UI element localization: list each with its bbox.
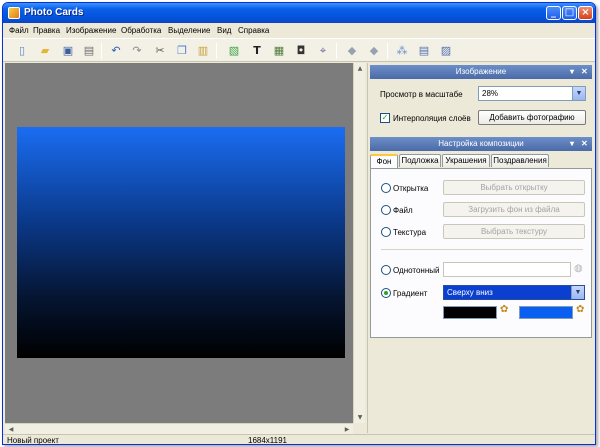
gradient-option-label: Градиент [393,289,428,298]
menu-bar: Файл Правка Изображение Обработка Выделе… [3,23,595,38]
interpolation-label: Интерполяция слоёв [393,114,471,123]
vertical-scrollbar[interactable]: ▲ ▼ [353,63,365,423]
panel-close-icon[interactable]: ✕ [581,65,588,79]
close-button[interactable]: × [578,6,593,20]
tab-decorations[interactable]: Украшения [442,154,490,167]
interpolation-checkbox[interactable]: ✓ [380,113,390,123]
scroll-up-arrow[interactable]: ▲ [354,63,366,74]
text-icon[interactable]: T [250,44,264,58]
card-preview[interactable] [17,127,345,358]
paste-icon[interactable]: ▥ [196,44,210,58]
cut-icon[interactable]: ✂ [153,44,167,58]
solid-radio[interactable] [381,265,391,275]
minimize-button[interactable]: _ [546,6,561,20]
export-icon[interactable]: ▨ [439,44,453,58]
app-icon [8,7,20,19]
composition-panel-title: Настройка композиции [438,139,524,148]
open-folder-icon[interactable]: ▰ [38,44,52,58]
title-bar[interactable]: Photo Cards _ □ × [3,3,595,23]
move-back-icon[interactable]: ◆ [345,44,359,58]
menu-image[interactable]: Изображение [66,26,116,35]
palette-icon[interactable]: ✿ [500,304,508,315]
panel-menu-icon[interactable]: ▾ [570,65,574,79]
palette-icon[interactable]: ✿ [576,304,584,315]
menu-process[interactable]: Обработка [121,26,161,35]
status-bar: Новый проект 1684x1191 [3,434,595,445]
save-icon[interactable]: ▣ [61,44,75,58]
gradient-color-1-swatch[interactable] [443,306,497,319]
toolbar: ▯ ▰ ▣ ▤ ↶ ↷ ✂ ❐ ▥ ▧ T ▦ ◘ ⌖ ◆ ◆ ⁂ ▤ ▨ [3,38,595,62]
zoom-label: Просмотр в масштабе [380,90,463,99]
photo-frame-icon[interactable]: ▦ [272,44,286,58]
redo-icon[interactable]: ↷ [130,44,144,58]
add-image-icon[interactable]: ▧ [227,44,241,58]
image-panel-title: Изображение [455,67,507,76]
right-panel: Изображение ▾ ✕ Просмотр в масштабе 28% … [367,63,593,433]
menu-selection[interactable]: Выделение [168,26,210,35]
image-panel-header[interactable]: Изображение ▾ ✕ [370,65,592,79]
texture-option-label: Текстура [393,228,427,237]
color-picker-icon[interactable]: ◍ [574,263,583,274]
maximize-button[interactable]: □ [562,6,577,20]
tab-greetings[interactable]: Поздравления [491,154,549,167]
load-background-button[interactable]: Загрузить фон из файла [443,202,585,217]
scroll-down-arrow[interactable]: ▼ [354,412,366,423]
copy-icon[interactable]: ❐ [175,44,189,58]
move-forward-icon[interactable]: ◆ [367,44,381,58]
print-icon[interactable]: ▤ [82,44,96,58]
page-icon[interactable]: ▤ [417,44,431,58]
window-title: Photo Cards [24,7,84,18]
status-project: Новый проект [7,436,59,445]
menu-edit[interactable]: Правка [33,26,60,35]
file-radio[interactable] [381,205,391,215]
gradient-direction-select[interactable]: Сверху вниз ▼ [443,285,585,300]
composition-panel-header[interactable]: Настройка композиции ▾ ✕ [370,137,592,151]
add-photo-button[interactable]: Добавить фотографию [478,110,586,125]
workspace-canvas[interactable] [5,63,357,423]
effects-icon[interactable]: ⁂ [395,44,409,58]
panel-close-icon[interactable]: ✕ [581,137,588,151]
menu-file[interactable]: Файл [9,26,29,35]
crop-icon[interactable]: ⌖ [316,44,330,58]
card-radio[interactable] [381,183,391,193]
zoom-select[interactable]: 28% ▼ [478,86,586,101]
gradient-radio[interactable] [381,288,391,298]
card-option-label: Открытка [393,184,429,193]
menu-help[interactable]: Справка [238,26,269,35]
chevron-down-icon[interactable]: ▼ [572,87,585,100]
app-window: Photo Cards _ □ × Файл Правка Изображени… [2,2,596,445]
panel-menu-icon[interactable]: ▾ [570,137,574,151]
tab-backing[interactable]: Подложка [399,154,441,167]
choose-texture-button[interactable]: Выбрать текстуру [443,224,585,239]
choose-card-button[interactable]: Выбрать открытку [443,180,585,195]
solid-option-label: Однотонный [393,266,440,275]
frame-icon[interactable]: ◘ [294,44,308,58]
solid-color-field[interactable] [443,262,571,277]
texture-radio[interactable] [381,227,391,237]
menu-view[interactable]: Вид [217,26,231,35]
file-option-label: Файл [393,206,413,215]
tab-background[interactable]: Фон [370,154,398,168]
background-tab-content: Открытка Выбрать открытку Файл Загрузить… [370,168,592,338]
new-file-icon[interactable]: ▯ [15,44,29,58]
undo-icon[interactable]: ↶ [109,44,123,58]
chevron-down-icon[interactable]: ▼ [571,286,584,299]
gradient-color-2-swatch[interactable] [519,306,573,319]
status-image-size: 1684x1191 [248,436,287,445]
composition-tabs: Фон Подложка Украшения Поздравления [370,154,592,168]
horizontal-scrollbar[interactable]: ◀ ▶ [5,423,353,434]
